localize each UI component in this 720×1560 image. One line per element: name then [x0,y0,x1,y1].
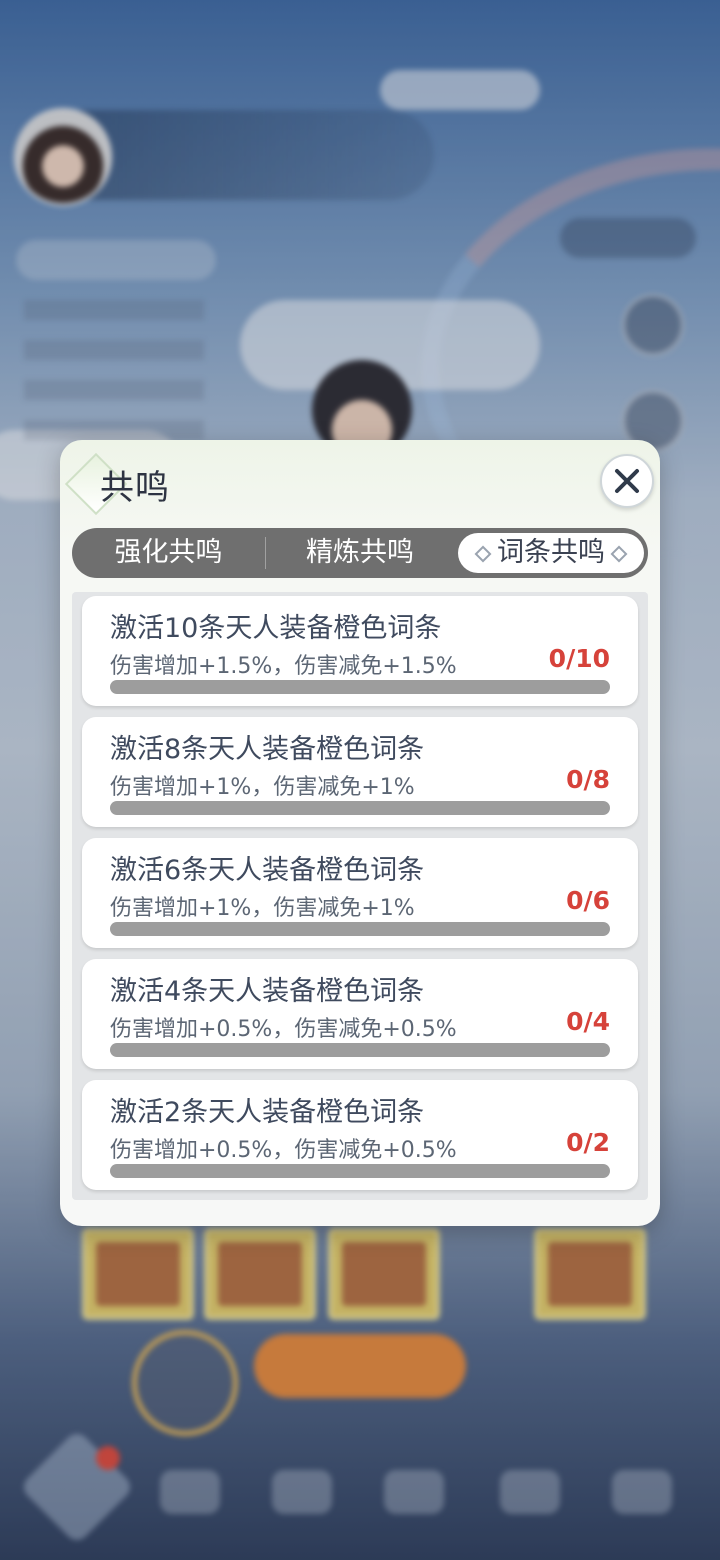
progress-bar [110,801,610,815]
item-description: 伤害增加+0.5%，伤害减免+0.5% [110,1017,457,1042]
close-icon [615,469,639,493]
tab-enhance-resonance[interactable]: 强化共鸣 [72,528,265,578]
item-count: 0/2 [566,1128,610,1157]
progress-bar [110,1164,610,1178]
tab-affix-resonance[interactable]: 词条共鸣 [458,533,644,573]
list-item: 激活4条天人装备橙色词条 伤害增加+0.5%，伤害减免+0.5% 0/4 [82,959,638,1069]
progress-bar [110,680,610,694]
tab-affix-label: 词条共鸣 [497,537,605,568]
item-title: 激活10条天人装备橙色词条 [110,613,442,644]
tab-refine-resonance[interactable]: 精炼共鸣 [265,528,455,578]
list-item: 激活10条天人装备橙色词条 伤害增加+1.5%，伤害减免+1.5% 0/10 [82,596,638,706]
item-title: 激活6条天人装备橙色词条 [110,855,425,886]
diamond-left-icon [474,545,492,562]
list-item: 激活6条天人装备橙色词条 伤害增加+1%，伤害减免+1% 0/6 [82,838,638,948]
progress-bar [110,922,610,936]
item-description: 伤害增加+0.5%，伤害减免+0.5% [110,1138,457,1163]
list-item: 激活2条天人装备橙色词条 伤害增加+0.5%，伤害减免+0.5% 0/2 [82,1080,638,1190]
dialog-title: 共鸣 [100,468,170,508]
close-button[interactable] [600,454,654,508]
diamond-right-icon [610,545,628,562]
item-title: 激活8条天人装备橙色词条 [110,734,425,765]
item-title: 激活4条天人装备橙色词条 [110,976,425,1007]
resonance-dialog: 共鸣 强化共鸣 精炼共鸣 词条共鸣 激活10条天人装备橙色词条 伤害增加+1.5… [60,440,660,1226]
item-title: 激活2条天人装备橙色词条 [110,1097,425,1128]
item-description: 伤害增加+1.5%，伤害减免+1.5% [110,654,457,679]
item-count: 0/8 [566,765,610,794]
item-count: 0/4 [566,1007,610,1036]
tab-bar: 强化共鸣 精炼共鸣 词条共鸣 [72,528,648,578]
item-description: 伤害增加+1%，伤害减免+1% [110,775,415,800]
resonance-list[interactable]: 激活10条天人装备橙色词条 伤害增加+1.5%，伤害减免+1.5% 0/10 激… [72,592,648,1200]
item-count: 0/10 [548,644,610,673]
item-count: 0/6 [566,886,610,915]
progress-bar [110,1043,610,1057]
list-item: 激活8条天人装备橙色词条 伤害增加+1%，伤害减免+1% 0/8 [82,717,638,827]
item-description: 伤害增加+1%，伤害减免+1% [110,896,415,921]
